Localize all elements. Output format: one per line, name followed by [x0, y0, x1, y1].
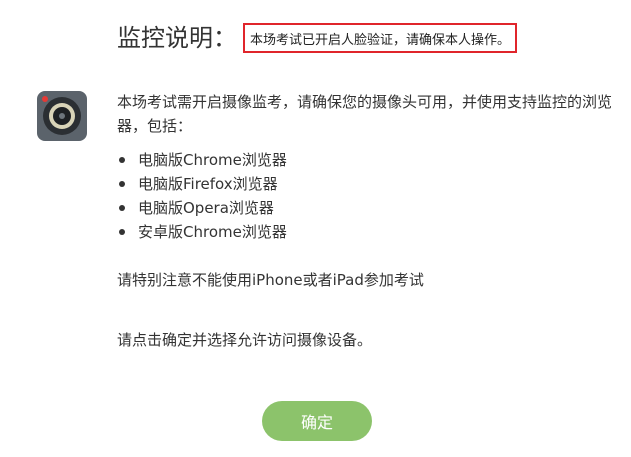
list-item: 电脑版Chrome浏览器 — [117, 148, 287, 172]
device-warning-text: 请特别注意不能使用iPhone或者iPad参加考试 — [117, 271, 424, 289]
supported-browser-list: 电脑版Chrome浏览器 电脑版Firefox浏览器 电脑版Opera浏览器 安… — [117, 148, 287, 244]
browser-name: 电脑版Firefox浏览器 — [138, 175, 278, 193]
camera-lens-highlight — [59, 113, 65, 119]
record-indicator-icon — [42, 96, 48, 102]
bullet-icon — [119, 181, 125, 187]
permission-instruction-text: 请点击确定并选择允许访问摄像设备。 — [117, 331, 373, 349]
browser-name: 电脑版Chrome浏览器 — [138, 151, 287, 169]
list-item: 安卓版Chrome浏览器 — [117, 220, 287, 244]
page-title: 监控说明： — [117, 24, 237, 52]
confirm-button[interactable]: 确定 — [262, 401, 372, 441]
list-item: 电脑版Opera浏览器 — [117, 196, 287, 220]
bullet-icon — [119, 229, 125, 235]
list-item: 电脑版Firefox浏览器 — [117, 172, 287, 196]
bullet-icon — [119, 157, 125, 163]
face-verification-notice: 本场考试已开启人脸验证，请确保本人操作。 — [243, 23, 518, 53]
bullet-icon — [119, 205, 125, 211]
title-row: 监控说明： 本场考试已开启人脸验证，请确保本人操作。 — [117, 22, 518, 54]
camera-icon — [37, 91, 87, 141]
monitoring-intro-text: 本场考试需开启摄像监考，请确保您的摄像头可用，并使用支持监控的浏览器，包括： — [117, 93, 613, 135]
browser-name: 安卓版Chrome浏览器 — [138, 223, 287, 241]
browser-name: 电脑版Opera浏览器 — [138, 199, 274, 217]
